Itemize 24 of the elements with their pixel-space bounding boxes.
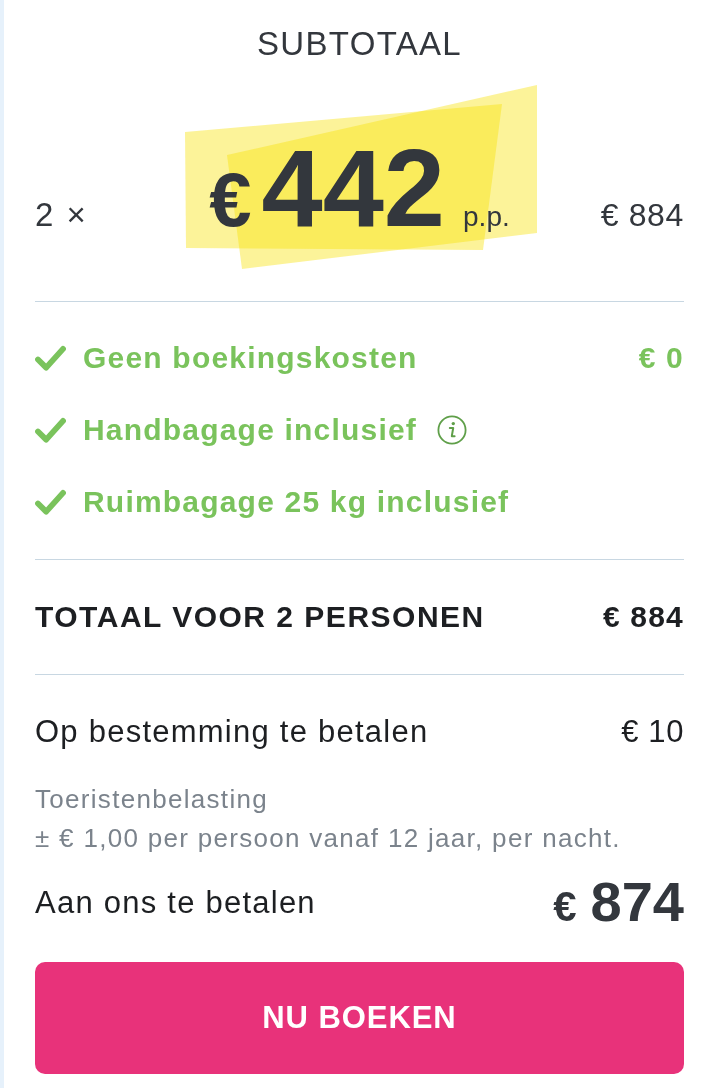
pay-amount: 874: [590, 874, 684, 930]
book-button[interactable]: NU BOEKEN: [35, 962, 684, 1074]
currency-symbol: €: [553, 886, 577, 928]
info-icon[interactable]: [437, 415, 468, 445]
on-site-label: Op bestemming te betalen: [35, 715, 429, 747]
check-icon: [35, 488, 66, 516]
feature-price: € 0: [638, 343, 684, 373]
feature-label: Handbagage inclusief: [83, 415, 418, 445]
price-amount: 442: [261, 133, 446, 243]
section-title: SUBTOTAAL: [256, 26, 462, 60]
line-total: € 884: [600, 199, 684, 231]
note-text: ± € 1,00 per persoon vanaf 12 jaar, per nacht.: [35, 822, 621, 855]
note-title: Toeristenbelasting: [35, 783, 268, 816]
quantity-label: 2 ×: [35, 198, 88, 231]
check-icon: [35, 344, 66, 372]
pay-label: Aan ons te betalen: [35, 886, 316, 918]
total-price: € 884: [602, 602, 684, 632]
check-icon: [35, 416, 66, 444]
currency-symbol: €: [209, 162, 252, 238]
on-site-price: € 10: [621, 715, 684, 747]
feature-label: Geen boekingskosten: [83, 343, 418, 373]
feature-label: Ruimbagage 25 kg inclusief: [83, 487, 510, 517]
total-label: TOTAAL VOOR 2 PERSONEN: [35, 602, 485, 632]
per-person-label: p.p.: [463, 203, 510, 231]
